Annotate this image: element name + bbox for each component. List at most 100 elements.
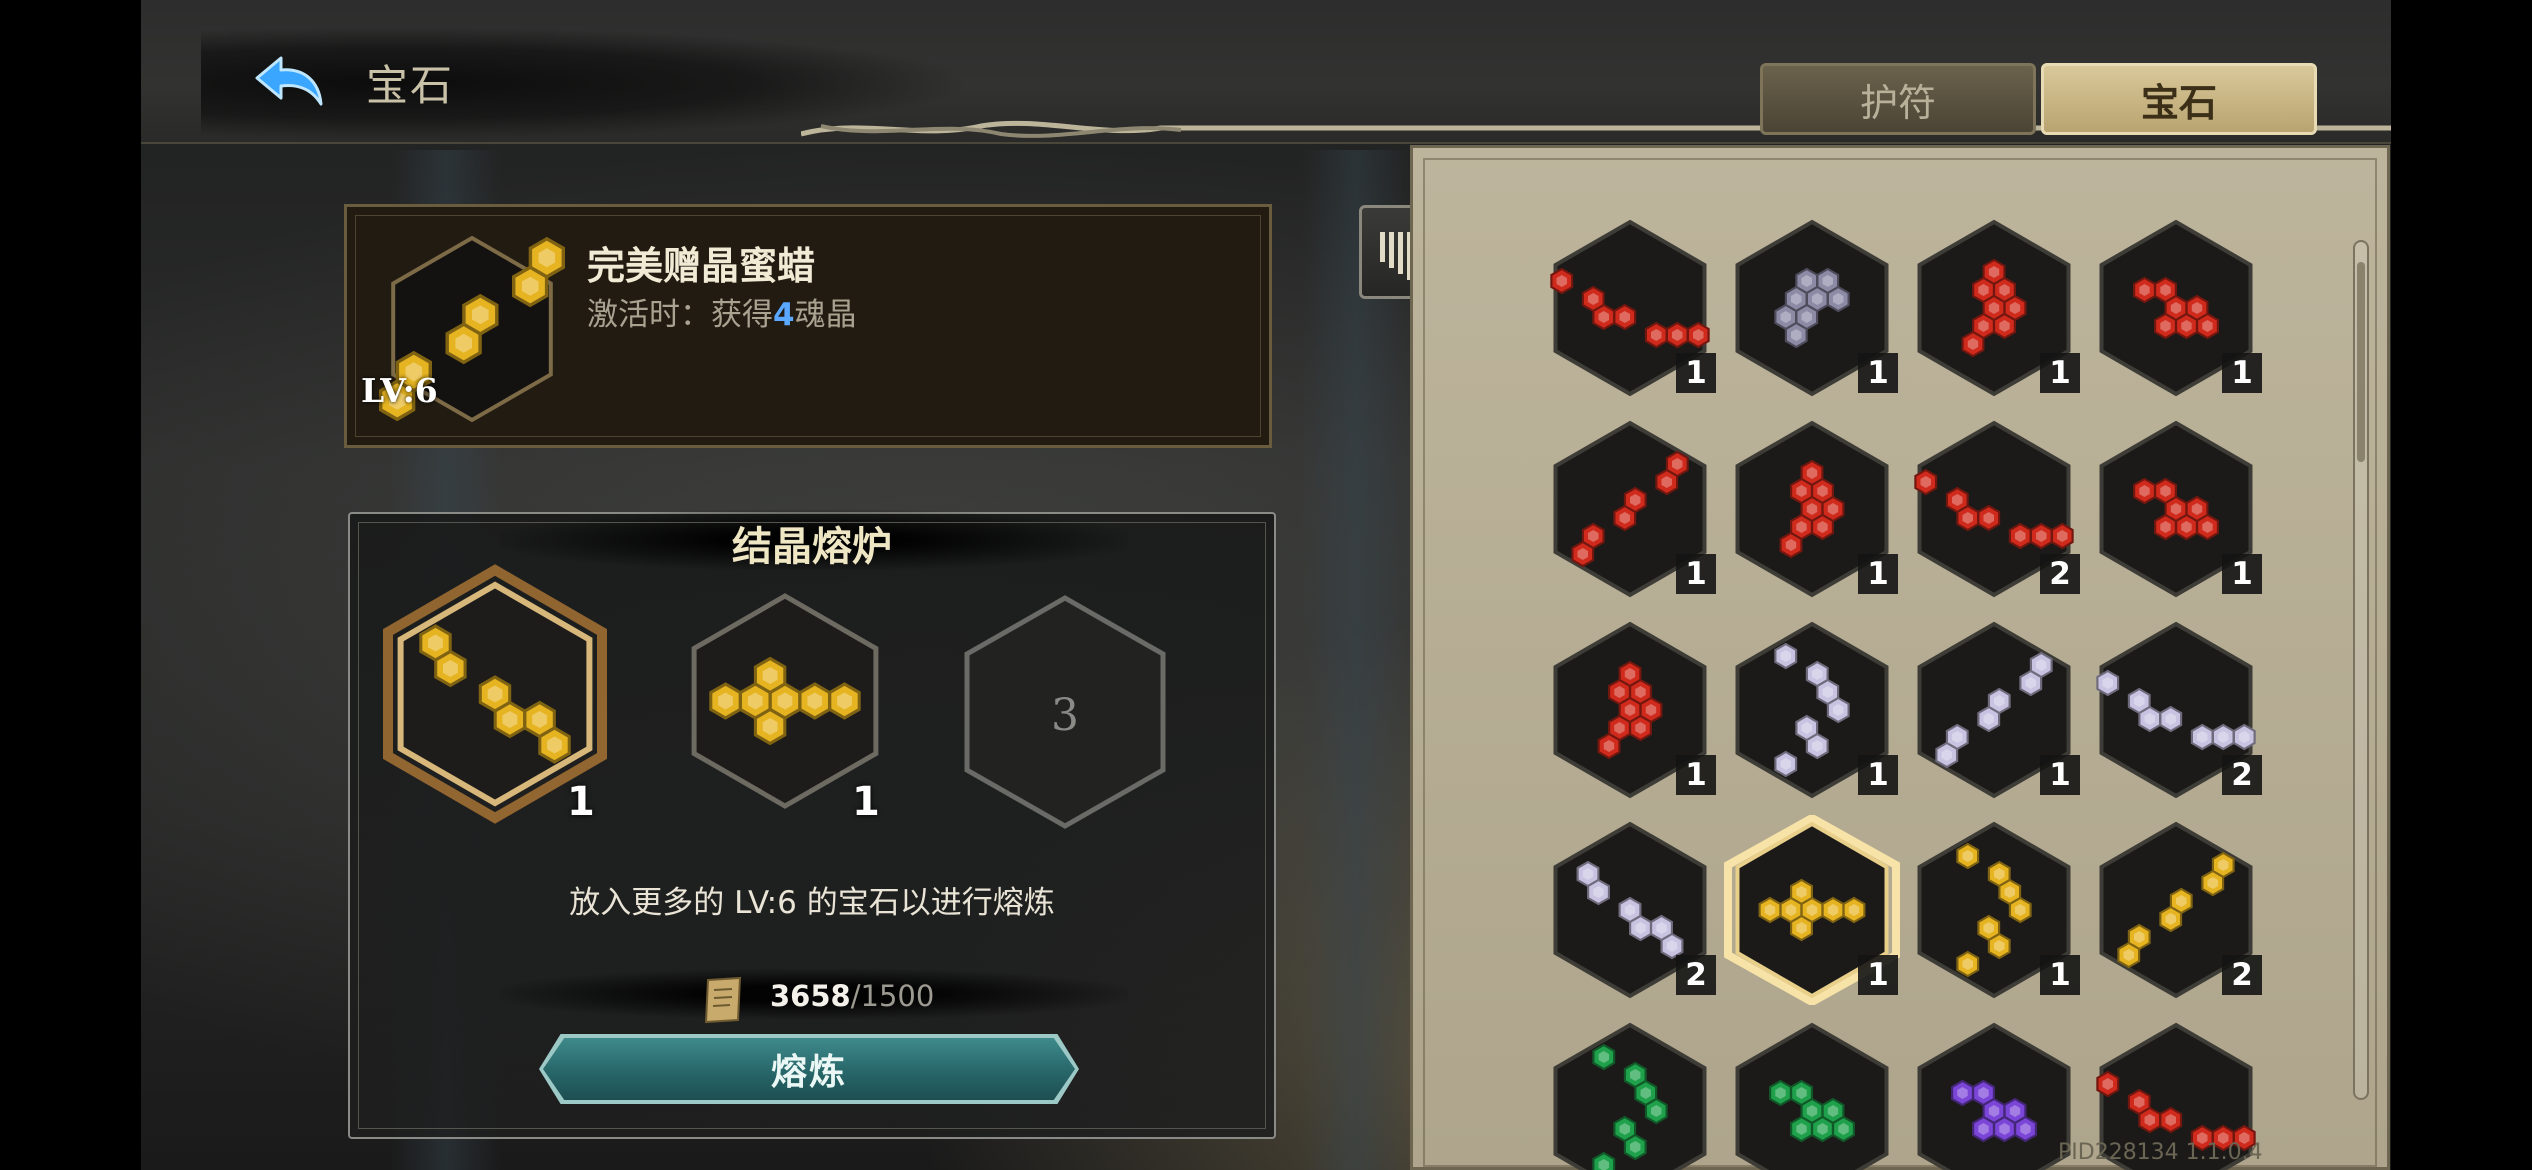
gem-piece bbox=[798, 682, 832, 720]
inventory-gem-slot[interactable] bbox=[1722, 1016, 1902, 1170]
inventory-gem-slot[interactable] bbox=[1904, 1016, 2084, 1170]
gem-piece bbox=[538, 726, 571, 764]
back-arrow-icon bbox=[255, 56, 323, 106]
gem-piece bbox=[434, 649, 467, 688]
inventory-gem-slot[interactable]: 1 bbox=[1904, 615, 2084, 805]
gem-desc-suffix: 魂晶 bbox=[794, 297, 857, 333]
gem-facet bbox=[502, 711, 518, 728]
gem-facet bbox=[777, 692, 793, 710]
gem-piece bbox=[528, 236, 566, 279]
cost-need: /1500 bbox=[850, 979, 935, 1013]
gem-count: 1 bbox=[1676, 353, 1716, 393]
gem-level: LV:6 bbox=[361, 371, 438, 410]
gem-count: 2 bbox=[1676, 955, 1716, 995]
cost-band bbox=[500, 969, 1128, 1019]
gem-facet bbox=[762, 667, 778, 684]
gem-facet bbox=[747, 692, 763, 710]
gem-count: 1 bbox=[2040, 353, 2080, 393]
inventory-gem-slot[interactable]: 1 bbox=[1722, 813, 1902, 1007]
inventory-gem-slot[interactable]: 2 bbox=[2086, 615, 2266, 805]
gem-facet bbox=[718, 692, 733, 710]
inventory-gem-slot[interactable] bbox=[1540, 1016, 1720, 1170]
gem-count: 2 bbox=[2222, 955, 2262, 995]
inventory-gem-slot[interactable]: 2 bbox=[1904, 414, 2084, 604]
top-bar: 宝石 护符 宝石 bbox=[141, 0, 2391, 144]
gem-hex bbox=[1553, 1022, 1707, 1170]
tab-gem[interactable]: 宝石 bbox=[2041, 63, 2317, 135]
gem-count: 2 bbox=[2040, 554, 2080, 594]
inventory-gem-slot[interactable]: 1 bbox=[2086, 213, 2266, 403]
inventory-gem-slot[interactable]: 1 bbox=[1722, 615, 1902, 805]
gem-facet bbox=[455, 333, 472, 353]
inventory-scrollbar[interactable] bbox=[2353, 240, 2369, 1100]
furnace-title: 结晶熔炉 bbox=[732, 523, 892, 570]
inventory-gem-slot[interactable]: 1 bbox=[1722, 414, 1902, 604]
scroll-icon bbox=[704, 976, 742, 1024]
gem-facet bbox=[762, 718, 778, 735]
crystal-furnace: 结晶熔炉 1 1 3 放入更多的 LV:6 的宝石以进行熔炼 3658/1500… bbox=[348, 510, 1276, 1139]
tab-amulet[interactable]: 护符 bbox=[1760, 63, 2036, 135]
gem-count: 1 bbox=[1676, 755, 1716, 795]
gem-count: 1 bbox=[2040, 955, 2080, 995]
inventory-gem-slot[interactable]: 1 bbox=[1904, 815, 2084, 1005]
game-screen: 宝石 护符 宝石 完美赠晶蜜蜡 激活时：获得4魂晶 LV:6 结晶熔炉 1 1 … bbox=[141, 0, 2391, 1170]
gem-facet bbox=[532, 711, 547, 728]
furnace-slot-2[interactable] bbox=[675, 576, 895, 826]
gem-desc-prefix: 激活时：获得 bbox=[587, 297, 773, 333]
gem-facet bbox=[807, 692, 823, 710]
gem-inventory: 1 1 1 1 1 1 2 1 1 1 1 2 2 1 1 2 bbox=[1410, 145, 2390, 1170]
smelt-button-border bbox=[539, 1034, 1079, 1104]
back-button[interactable] bbox=[246, 42, 336, 122]
gem-facet bbox=[487, 685, 503, 703]
gem-count: 1 bbox=[1858, 554, 1898, 594]
gem-name: 完美赠晶蜜蜡 bbox=[587, 243, 816, 288]
inventory-gem-slot[interactable]: 2 bbox=[2086, 815, 2266, 1005]
smelt-button[interactable]: 熔炼 bbox=[543, 1038, 1075, 1100]
inventory-gem-slot[interactable]: 1 bbox=[1540, 414, 1720, 604]
gem-count: 1 bbox=[1676, 554, 1716, 594]
gem-piece bbox=[523, 700, 556, 739]
cost-have: 3658 bbox=[770, 979, 851, 1013]
inventory-gem-slot[interactable]: 1 bbox=[1904, 213, 2084, 403]
gem-piece bbox=[828, 682, 861, 720]
gem-facet bbox=[837, 692, 852, 710]
gem-piece bbox=[768, 682, 802, 720]
selected-gem-hex bbox=[378, 235, 566, 423]
version-text: PID228134 1.1.0.4 bbox=[2058, 1140, 2263, 1165]
gem-facet bbox=[388, 390, 406, 410]
gem-piece bbox=[709, 682, 742, 720]
gem-hex bbox=[1917, 1022, 2071, 1170]
furnace-slot-3[interactable]: 3 bbox=[960, 592, 1170, 832]
gem-piece bbox=[493, 700, 527, 739]
furnace-hint: 放入更多的 LV:6 的宝石以进行熔炼 bbox=[569, 885, 1055, 921]
scrollbar-thumb[interactable] bbox=[2357, 262, 2365, 462]
gem-facet bbox=[538, 248, 556, 268]
inventory-gem-slot[interactable]: 1 bbox=[2086, 414, 2266, 604]
gem-facet bbox=[472, 305, 489, 325]
inventory-gem-slot[interactable]: 1 bbox=[1540, 615, 1720, 805]
gem-count: 1 bbox=[1858, 353, 1898, 393]
inventory-gem-slot[interactable]: 1 bbox=[1722, 213, 1902, 403]
gem-facet bbox=[405, 362, 423, 382]
hex-frame bbox=[391, 235, 553, 423]
gem-count: 1 bbox=[2040, 755, 2080, 795]
furnace-slot-3-label: 3 bbox=[1051, 690, 1079, 741]
hex-frame bbox=[397, 581, 593, 807]
gem-piece bbox=[445, 322, 482, 365]
gem-count: 1 bbox=[1858, 955, 1898, 995]
page-title: 宝石 bbox=[366, 61, 455, 110]
furnace-slot-1[interactable] bbox=[380, 564, 610, 824]
slot-glow bbox=[383, 564, 607, 824]
hex-frame bbox=[691, 593, 879, 809]
gem-info-card: 完美赠晶蜜蜡 激活时：获得4魂晶 LV:6 bbox=[344, 204, 1272, 448]
inventory-gem-slot[interactable]: 1 bbox=[1540, 213, 1720, 403]
inventory-gem-slot[interactable]: 2 bbox=[1540, 815, 1720, 1005]
gem-piece bbox=[378, 379, 416, 422]
gem-hex bbox=[1735, 1022, 1889, 1170]
cost-text: 3658/1500 bbox=[770, 979, 934, 1013]
gem-piece bbox=[753, 707, 787, 746]
gem-count: 1 bbox=[2222, 353, 2262, 393]
furnace-slot-2-count: 1 bbox=[852, 779, 880, 825]
background-pillar bbox=[1301, 150, 1411, 1170]
gem-piece bbox=[738, 682, 772, 720]
